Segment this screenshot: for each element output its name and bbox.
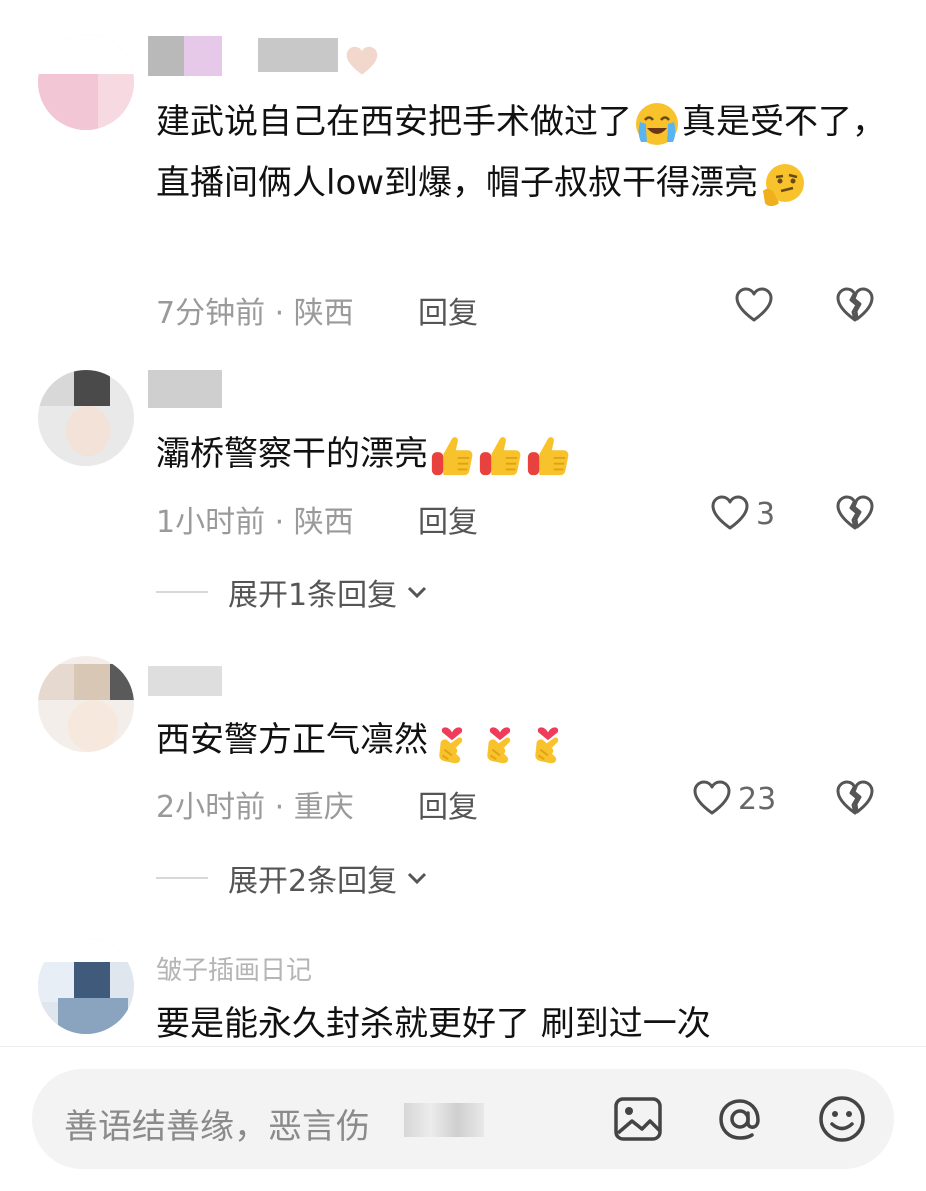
thinking-face-icon <box>759 161 807 209</box>
reply-button[interactable]: 回复 <box>418 288 478 332</box>
image-icon[interactable] <box>612 1093 664 1145</box>
loudly-crying-face-icon <box>633 100 681 148</box>
dislike-broken-heart-icon[interactable] <box>835 779 875 819</box>
chevron-down-icon <box>408 586 427 599</box>
expand-replies-label: 展开2条回复 <box>228 864 398 899</box>
heart-icon <box>692 779 732 819</box>
smiley-icon[interactable] <box>816 1093 868 1145</box>
like-button[interactable]: 23 <box>692 779 776 819</box>
username-mosaic <box>148 666 222 696</box>
comment-input-placeholder: 善语结善缘，恶言伤 <box>64 1107 370 1147</box>
avatar[interactable] <box>38 34 134 130</box>
expand-replies-button[interactable]: 展开2条回复 <box>156 856 431 900</box>
heart-icon <box>710 494 750 534</box>
comment-input[interactable]: 善语结善缘，恶言伤 <box>32 1069 894 1169</box>
finger-heart-icon <box>525 719 571 765</box>
thumbs-up-icon <box>429 433 475 479</box>
placeholder-mosaic <box>404 1103 484 1137</box>
divider-line <box>156 591 208 593</box>
finger-heart-icon <box>429 719 475 765</box>
like-count: 23 <box>738 781 777 817</box>
username-mosaic <box>258 38 338 72</box>
reply-button[interactable]: 回复 <box>418 497 478 541</box>
divider-line <box>156 877 208 879</box>
thumbs-up-icon <box>525 433 571 479</box>
username-mosaic <box>184 36 222 76</box>
comment-time-location: 7分钟前 · 陕西 <box>156 296 354 331</box>
like-count: 3 <box>756 496 776 532</box>
like-heart-icon[interactable] <box>734 286 774 326</box>
heart-badge-icon <box>346 46 378 75</box>
comment-time-location: 1小时前 · 陕西 <box>156 505 354 540</box>
dislike-broken-heart-icon[interactable] <box>835 494 875 534</box>
expand-replies-button[interactable]: 展开1条回复 <box>156 570 431 614</box>
chevron-down-icon <box>408 872 427 885</box>
username-mosaic <box>148 370 222 408</box>
comment-text: 灞桥警察干的漂亮 <box>156 424 896 485</box>
dislike-broken-heart-icon[interactable] <box>835 286 875 326</box>
thumbs-up-icon <box>477 433 523 479</box>
comment-input-bar: 善语结善缘，恶言伤 <box>0 1046 926 1191</box>
avatar[interactable] <box>38 656 134 752</box>
at-icon[interactable] <box>714 1093 766 1145</box>
avatar[interactable] <box>38 938 134 1034</box>
comment-time-location: 2小时前 · 重庆 <box>156 790 354 825</box>
reply-button[interactable]: 回复 <box>418 782 478 826</box>
comment-username[interactable]: 皱子插画日记 <box>156 950 312 987</box>
like-button[interactable]: 3 <box>710 494 775 534</box>
comment-text: 建武说自己在西安把手术做过了 真是受不了，直播间俩人low到爆，帽子叔叔干得漂亮 <box>156 92 896 214</box>
avatar[interactable] <box>38 370 134 466</box>
expand-replies-label: 展开1条回复 <box>228 578 398 613</box>
comment-text: 西安警方正气凛然 <box>156 710 896 771</box>
finger-heart-icon <box>477 719 523 765</box>
